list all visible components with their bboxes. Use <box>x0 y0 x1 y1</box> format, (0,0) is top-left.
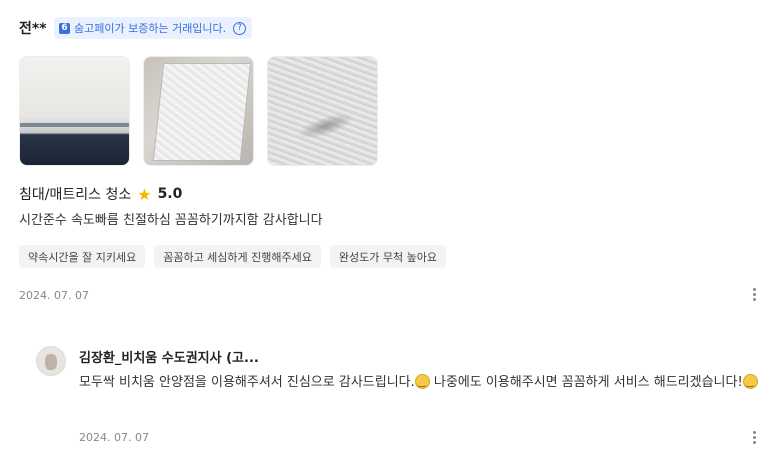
soomgo-pay-badge[interactable]: 6 숨고페이가 보증하는 거래입니다. ? <box>54 17 253 39</box>
review-tag: 꼼꼼하고 세심하게 진행해주세요 <box>154 245 321 268</box>
more-options-icon[interactable] <box>753 288 757 301</box>
reply-text: 모두싹 비치움 안양점을 이용해주셔서 진심으로 감사드립니다. 나중에도 이용… <box>79 372 763 394</box>
smile-emoji-icon <box>414 372 430 394</box>
smile-emoji-icon <box>742 372 758 394</box>
review-photo-2[interactable] <box>143 56 254 166</box>
service-rating-row: 침대/매트리스 청소 ★ 5.0 <box>19 184 182 204</box>
avatar <box>36 346 66 376</box>
pro-name[interactable]: 김장환_비치움 수도권지사 (고... <box>79 347 259 366</box>
star-icon: ★ <box>137 184 152 204</box>
review-date: 2024. 07. 07 <box>19 289 89 302</box>
review-tag: 약속시간을 잘 지키세요 <box>19 245 146 268</box>
reply-date: 2024. 07. 07 <box>79 431 149 444</box>
soomgo-pay-icon: 6 <box>59 22 70 34</box>
review-tags: 약속시간을 잘 지키세요 꼼꼼하고 세심하게 진행해주세요 완성도가 무척 높아… <box>19 245 446 268</box>
rating-value: 5.0 <box>157 186 183 202</box>
reviewer-name: 전** <box>19 21 47 37</box>
reply-text-part2: 나중에도 이용해주시면 꼼꼼하게 서비스 해드리겠습니다! <box>429 375 743 390</box>
review-photo-3[interactable] <box>267 56 378 166</box>
more-options-icon[interactable] <box>753 431 757 444</box>
review-tag: 완성도가 무척 높아요 <box>329 245 446 268</box>
review-photo-1[interactable] <box>19 56 130 166</box>
pay-badge-label: 숨고페이가 보증하는 거래입니다. <box>74 22 227 35</box>
review-text: 시간준수 속도빠름 친절하심 꼼꼼하기까지함 감사합니다 <box>19 213 323 228</box>
help-icon[interactable]: ? <box>233 21 247 35</box>
reply-text-part1: 모두싹 비치움 안양점을 이용해주셔서 진심으로 감사드립니다. <box>79 375 415 390</box>
service-name: 침대/매트리스 청소 <box>19 187 132 203</box>
